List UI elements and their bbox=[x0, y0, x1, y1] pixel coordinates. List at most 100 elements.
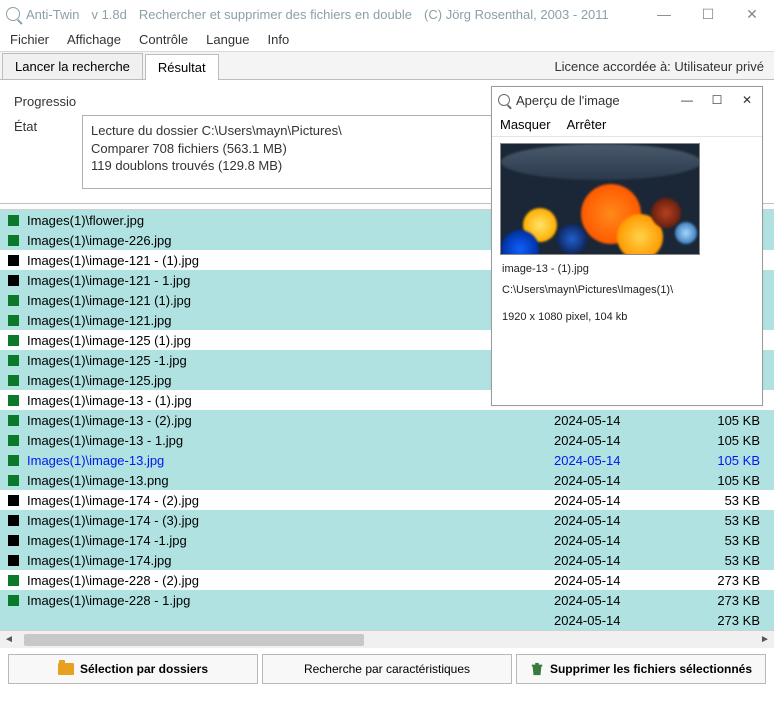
green-square-icon bbox=[8, 475, 19, 486]
action-buttonbar: Sélection par dossiers Recherche par car… bbox=[0, 648, 774, 690]
file-size: 273 KB bbox=[694, 573, 774, 588]
table-row[interactable]: 2024-05-14273 KB bbox=[0, 610, 774, 630]
app-name: Anti-Twin bbox=[26, 7, 79, 22]
menu-fichier[interactable]: Fichier bbox=[10, 32, 49, 47]
horizontal-scrollbar[interactable]: ◄ ► bbox=[0, 630, 774, 648]
image-preview-window[interactable]: Aperçu de l'image — ☐ ✕ Masquer Arrêter … bbox=[491, 86, 763, 406]
menu-langue[interactable]: Langue bbox=[206, 32, 249, 47]
preview-maximize-button[interactable]: ☐ bbox=[702, 87, 732, 113]
file-date: 2024-05-14 bbox=[554, 613, 694, 628]
trash-icon bbox=[530, 662, 544, 676]
green-square-icon bbox=[8, 355, 19, 366]
magnifier-icon bbox=[498, 94, 510, 106]
search-by-characteristics-button[interactable]: Recherche par caractéristiques bbox=[262, 654, 512, 684]
green-square-icon bbox=[8, 595, 19, 606]
app-version: v 1.8d bbox=[91, 7, 126, 22]
scroll-right-icon[interactable]: ► bbox=[756, 632, 774, 648]
file-path: Images(1)\image-13.png bbox=[27, 473, 554, 488]
black-square-icon bbox=[8, 555, 19, 566]
table-row[interactable]: Images(1)\image-174 -1.jpg2024-05-1453 K… bbox=[0, 530, 774, 550]
file-path: Images(1)\image-13 - (2).jpg bbox=[27, 413, 554, 428]
select-by-folders-button[interactable]: Sélection par dossiers bbox=[8, 654, 258, 684]
file-size: 273 KB bbox=[694, 613, 774, 628]
green-square-icon bbox=[8, 575, 19, 586]
table-row[interactable]: Images(1)\image-228 - (2).jpg2024-05-142… bbox=[0, 570, 774, 590]
green-square-icon bbox=[8, 295, 19, 306]
tab-strip: Lancer la recherche Résultat Licence acc… bbox=[0, 52, 774, 80]
scroll-thumb[interactable] bbox=[24, 634, 364, 646]
license-label: Licence accordée à: Utilisateur privé bbox=[550, 54, 768, 79]
green-square-icon bbox=[8, 435, 19, 446]
table-row[interactable]: Images(1)\image-174.jpg2024-05-1453 KB bbox=[0, 550, 774, 570]
file-path: Images(1)\image-121 - (1).jpg bbox=[27, 253, 554, 268]
table-row[interactable]: Images(1)\image-13.jpg2024-05-14105 KB bbox=[0, 450, 774, 470]
file-path: Images(1)\image-174 -1.jpg bbox=[27, 533, 554, 548]
delete-selected-button[interactable]: Supprimer les fichiers sélectionnés bbox=[516, 654, 766, 684]
preview-image bbox=[500, 143, 700, 255]
menu-info[interactable]: Info bbox=[268, 32, 290, 47]
file-date: 2024-05-14 bbox=[554, 593, 694, 608]
blank-icon bbox=[8, 615, 19, 626]
file-path: Images(1)\image-226.jpg bbox=[27, 233, 554, 248]
folder-icon bbox=[58, 663, 74, 675]
table-row[interactable]: Images(1)\image-13 - 1.jpg2024-05-14105 … bbox=[0, 430, 774, 450]
black-square-icon bbox=[8, 495, 19, 506]
file-date: 2024-05-14 bbox=[554, 513, 694, 528]
preview-close-button[interactable]: ✕ bbox=[732, 87, 762, 113]
black-square-icon bbox=[8, 275, 19, 286]
table-row[interactable]: Images(1)\image-174 - (3).jpg2024-05-145… bbox=[0, 510, 774, 530]
preview-filename: image-13 - (1).jpg bbox=[492, 259, 762, 280]
app-desc: Rechercher et supprimer des fichiers en … bbox=[139, 7, 412, 22]
preview-dimensions: 1920 x 1080 pixel, 104 kb bbox=[492, 307, 762, 328]
table-row[interactable]: Images(1)\image-174 - (2).jpg2024-05-145… bbox=[0, 490, 774, 510]
file-path: Images(1)\image-121.jpg bbox=[27, 313, 554, 328]
preview-title: Aperçu de l'image bbox=[516, 93, 620, 108]
file-path: Images(1)\image-228 - 1.jpg bbox=[27, 593, 554, 608]
tab-lancer-recherche[interactable]: Lancer la recherche bbox=[2, 53, 143, 79]
label-progression: Progressio bbox=[14, 90, 82, 109]
black-square-icon bbox=[8, 515, 19, 526]
file-size: 53 KB bbox=[694, 493, 774, 508]
file-path: Images(1)\image-121 - 1.jpg bbox=[27, 273, 554, 288]
table-row[interactable]: Images(1)\image-228 - 1.jpg2024-05-14273… bbox=[0, 590, 774, 610]
file-date: 2024-05-14 bbox=[554, 553, 694, 568]
preview-menubar: Masquer Arrêter bbox=[492, 113, 762, 137]
black-square-icon bbox=[8, 255, 19, 266]
green-square-icon bbox=[8, 335, 19, 346]
green-square-icon bbox=[8, 395, 19, 406]
menu-controle[interactable]: Contrôle bbox=[139, 32, 188, 47]
window-titlebar: Anti-Twin v 1.8d Rechercher et supprimer… bbox=[0, 0, 774, 28]
file-date: 2024-05-14 bbox=[554, 573, 694, 588]
preview-directory: C:\Users\mayn\Pictures\Images(1)\ bbox=[492, 280, 762, 301]
green-square-icon bbox=[8, 415, 19, 426]
preview-menu-arreter[interactable]: Arrêter bbox=[567, 117, 607, 132]
maximize-button[interactable]: ☐ bbox=[686, 0, 730, 28]
button-label: Sélection par dossiers bbox=[80, 662, 208, 676]
file-path: Images(1)\image-174 - (2).jpg bbox=[27, 493, 554, 508]
file-date: 2024-05-14 bbox=[554, 433, 694, 448]
minimize-button[interactable]: — bbox=[642, 0, 686, 28]
menubar: Fichier Affichage Contrôle Langue Info bbox=[0, 28, 774, 52]
file-path: Images(1)\image-125.jpg bbox=[27, 373, 554, 388]
file-size: 53 KB bbox=[694, 553, 774, 568]
file-path: Images(1)\image-13 - 1.jpg bbox=[27, 433, 554, 448]
menu-affichage[interactable]: Affichage bbox=[67, 32, 121, 47]
file-path: Images(1)\image-13 - (1).jpg bbox=[27, 393, 554, 408]
button-label: Recherche par caractéristiques bbox=[304, 662, 470, 676]
close-button[interactable]: ✕ bbox=[730, 0, 774, 28]
preview-titlebar[interactable]: Aperçu de l'image — ☐ ✕ bbox=[492, 87, 762, 113]
preview-minimize-button[interactable]: — bbox=[672, 87, 702, 113]
file-size: 105 KB bbox=[694, 453, 774, 468]
file-path: Images(1)\image-174.jpg bbox=[27, 553, 554, 568]
table-row[interactable]: Images(1)\image-13 - (2).jpg2024-05-1410… bbox=[0, 410, 774, 430]
file-path: Images(1)\image-125 (1).jpg bbox=[27, 333, 554, 348]
app-copy: (C) Jörg Rosenthal, 2003 - 2011 bbox=[424, 7, 609, 22]
label-etat: État bbox=[14, 115, 82, 189]
scroll-left-icon[interactable]: ◄ bbox=[0, 632, 18, 648]
file-path: Images(1)\image-121 (1).jpg bbox=[27, 293, 554, 308]
preview-menu-masquer[interactable]: Masquer bbox=[500, 117, 551, 132]
tab-resultat[interactable]: Résultat bbox=[145, 54, 219, 80]
file-size: 105 KB bbox=[694, 413, 774, 428]
green-square-icon bbox=[8, 315, 19, 326]
table-row[interactable]: Images(1)\image-13.png2024-05-14105 KB bbox=[0, 470, 774, 490]
